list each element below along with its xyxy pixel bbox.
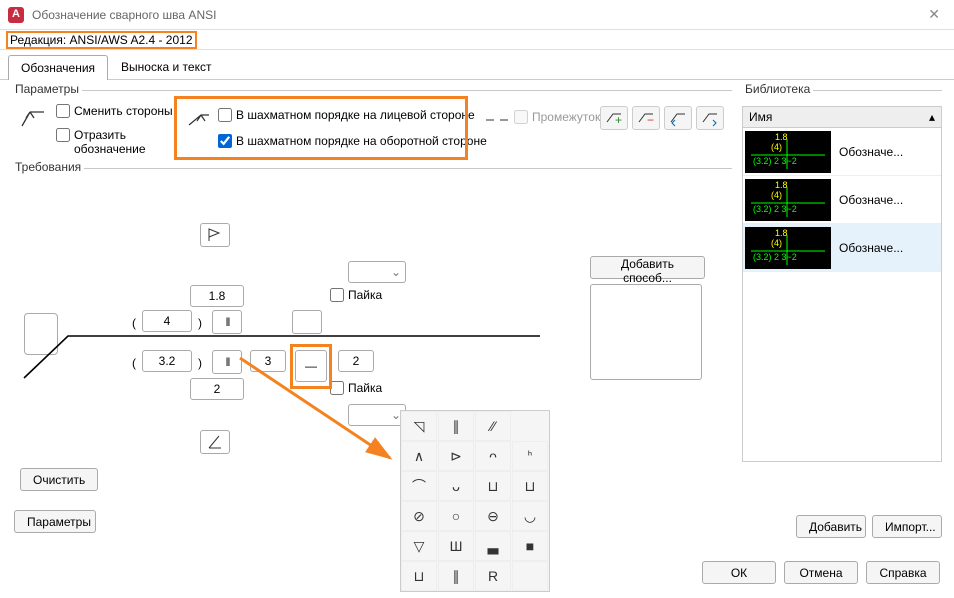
- palette-cell[interactable]: ■: [512, 531, 548, 561]
- chk-swap-sides-label: Сменить стороны: [74, 104, 173, 118]
- requirements-canvas: ⌄ Пайка ( ) ‖ ( ) ‖ — Пайка ⌄ До: [20, 188, 710, 488]
- library-header-label: Имя: [749, 110, 772, 124]
- palette-cell[interactable]: [512, 561, 548, 591]
- btn-library-add[interactable]: Добавить: [796, 515, 866, 538]
- btn-library-import[interactable]: Импорт...: [872, 515, 942, 538]
- palette-cell[interactable]: ᴗ: [438, 471, 474, 501]
- methods-list[interactable]: [590, 284, 702, 380]
- leader-line: [20, 298, 540, 388]
- tabs: Обозначения Выноска и текст: [0, 50, 954, 80]
- toolbtn-weld-remove[interactable]: −: [632, 106, 660, 130]
- library-header[interactable]: Имя ▴: [742, 106, 942, 128]
- library-item-label: Обозначе...: [839, 193, 903, 207]
- leader-icon: [20, 106, 48, 133]
- palette-cell[interactable]: ∥: [438, 561, 474, 591]
- palette-cell[interactable]: ⊔: [475, 471, 511, 501]
- library-panel: Имя ▴ 1.8 (4) (3.2) 2 3−2 Обозначе... 1.…: [742, 106, 942, 538]
- gap-icon: [486, 114, 508, 128]
- library-item-label: Обозначе...: [839, 145, 903, 159]
- tab-leader-text[interactable]: Выноска и текст: [108, 54, 224, 79]
- inp-3[interactable]: [250, 350, 286, 372]
- toolbtn-weld-right[interactable]: [696, 106, 724, 130]
- chk-solder-bottom-label: Пайка: [348, 381, 382, 395]
- palette-cell[interactable]: ◹: [401, 411, 437, 441]
- chk-mirror[interactable]: Отразитьобозначение: [56, 128, 146, 156]
- palette-cell[interactable]: ∥: [438, 411, 474, 441]
- chk-swap-sides[interactable]: Сменить стороны: [56, 104, 173, 118]
- palette-cell[interactable]: ᴖ: [475, 441, 511, 471]
- inp-32[interactable]: [142, 350, 192, 372]
- palette-cell[interactable]: ⊘: [401, 501, 437, 531]
- library-thumb: 1.8 (4) (3.2) 2 3−2: [745, 131, 831, 173]
- highlight-dash: [290, 344, 332, 389]
- tab-symbols[interactable]: Обозначения: [8, 55, 108, 80]
- palette-cell[interactable]: ▽: [401, 531, 437, 561]
- group-params-label: Параметры: [12, 82, 82, 96]
- svg-text:+: +: [615, 113, 622, 127]
- chk-gap-label: Промежуток: [532, 110, 600, 124]
- palette-cell[interactable]: ◡: [512, 501, 548, 531]
- btn-parameters[interactable]: Параметры: [14, 510, 96, 533]
- highlight-stagger: [174, 96, 468, 160]
- window-title: Обозначение сварного шва ANSI: [32, 8, 922, 22]
- inp-2a[interactable]: [190, 378, 244, 400]
- toolbtn-weld-left[interactable]: [664, 106, 692, 130]
- finish-select-top[interactable]: ⌄: [348, 261, 406, 283]
- paren-open-2: (: [132, 356, 136, 370]
- library-item[interactable]: 1.8 (4) (3.2) 2 3−2 Обозначе...: [743, 176, 941, 224]
- palette-cell[interactable]: ⊖: [475, 501, 511, 531]
- svg-text:−: −: [647, 113, 654, 127]
- library-list[interactable]: 1.8 (4) (3.2) 2 3−2 Обозначе... 1.8 (4) …: [742, 128, 942, 462]
- palette-cell[interactable]: ᑋ: [512, 441, 548, 471]
- chk-solder-bottom[interactable]: Пайка: [330, 381, 382, 395]
- revision-text: Редакция: ANSI/AWS A2.4 - 2012: [6, 31, 197, 49]
- group-library-label: Библиотека: [742, 82, 813, 96]
- chk-gap[interactable]: Промежуток: [514, 110, 600, 124]
- palette-cell[interactable]: ⊔: [401, 561, 437, 591]
- app-icon: [8, 7, 24, 23]
- close-icon[interactable]: ✕: [922, 4, 946, 25]
- inp-2b[interactable]: [338, 350, 374, 372]
- sym-flag-top[interactable]: [200, 223, 230, 247]
- palette-cell[interactable]: ○: [438, 501, 474, 531]
- group-requirements-label: Требования: [12, 160, 84, 174]
- palette-cell[interactable]: ⌒: [401, 471, 437, 501]
- symbol-palette: ◹ ∥ ⁄⁄ ∧ ⊳ ᴖ ᑋ ⌒ ᴗ ⊔ ⊔ ⊘ ○ ⊖ ◡ ▽ Ш ▃ ■ ⊔…: [400, 410, 550, 592]
- library-item-label: Обозначе...: [839, 241, 903, 255]
- btn-add-method[interactable]: Добавить способ...: [590, 256, 705, 279]
- dialog-buttons: ОК Отмена Справка: [702, 561, 940, 584]
- finish-select-bottom[interactable]: ⌄: [348, 404, 406, 426]
- library-item[interactable]: 1.8 (4) (3.2) 2 3−2 Обозначе...: [743, 224, 941, 272]
- palette-cell[interactable]: Ш: [438, 531, 474, 561]
- btn-help[interactable]: Справка: [866, 561, 940, 584]
- palette-cell[interactable]: ▃: [475, 531, 511, 561]
- library-thumb: 1.8 (4) (3.2) 2 3−2: [745, 179, 831, 221]
- sym-weld-lower[interactable]: ‖: [212, 350, 242, 374]
- btn-clear[interactable]: Очистить: [20, 468, 98, 491]
- title-bar: Обозначение сварного шва ANSI ✕: [0, 0, 954, 30]
- library-item[interactable]: 1.8 (4) (3.2) 2 3−2 Обозначе...: [743, 128, 941, 176]
- palette-cell[interactable]: ⊔: [512, 471, 548, 501]
- btn-cancel[interactable]: Отмена: [784, 561, 858, 584]
- palette-cell[interactable]: R: [475, 561, 511, 591]
- palette-cell[interactable]: ⁄⁄: [475, 411, 511, 441]
- paren-close-2: ): [198, 356, 202, 370]
- chk-mirror-label: Отразитьобозначение: [74, 128, 146, 156]
- palette-cell[interactable]: ⊳: [438, 441, 474, 471]
- library-thumb: 1.8 (4) (3.2) 2 3−2: [745, 227, 831, 269]
- btn-ok[interactable]: ОК: [702, 561, 776, 584]
- triangle-up-icon: ▴: [929, 110, 935, 124]
- revision-bar: Редакция: ANSI/AWS A2.4 - 2012: [0, 30, 954, 50]
- palette-cell[interactable]: ∧: [401, 441, 437, 471]
- sym-flag-bottom[interactable]: [200, 430, 230, 454]
- toolbtn-weld-add[interactable]: +: [600, 106, 628, 130]
